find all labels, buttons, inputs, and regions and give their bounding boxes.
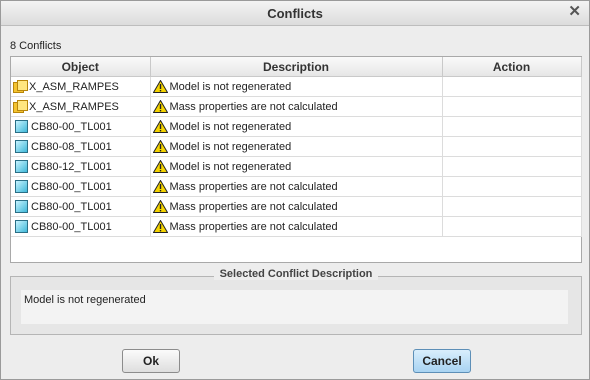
object-name: CB80-00_TL001 (31, 120, 112, 133)
object-name: CB80-08_TL001 (31, 140, 112, 153)
action-cell[interactable] (442, 156, 582, 177)
part-icon (15, 160, 28, 173)
description-cell[interactable]: Mass properties are not calculated (150, 176, 443, 197)
table-header-row: Object Description Action (11, 57, 582, 77)
object-name: CB80-00_TL001 (31, 200, 112, 213)
section-title: Selected Conflict Description (11, 268, 581, 280)
object-cell[interactable]: CB80-00_TL001 (11, 196, 151, 217)
warning-icon (152, 99, 168, 113)
table-row[interactable]: CB80-12_TL001 Model is not regenerated (11, 156, 582, 177)
warning-icon (152, 119, 168, 133)
object-name: CB80-12_TL001 (31, 160, 112, 173)
action-cell[interactable] (442, 116, 582, 137)
description-cell[interactable]: Model is not regenerated (150, 136, 443, 157)
ok-button[interactable]: Ok (122, 349, 180, 373)
table-row[interactable]: CB80-08_TL001 Model is not regenerated (11, 136, 582, 157)
action-cell[interactable] (442, 96, 582, 117)
object-name: X_ASM_RAMPES (29, 100, 119, 113)
object-name: CB80-00_TL001 (31, 180, 112, 193)
table-row[interactable]: X_ASM_RAMPES Mass properties are not calc… (11, 96, 582, 117)
table-row[interactable]: CB80-00_TL001 Mass properties are not cal… (11, 176, 582, 197)
object-name: CB80-00_TL001 (31, 220, 112, 233)
cancel-button[interactable]: Cancel (413, 349, 471, 373)
description-text: Model is not regenerated (169, 80, 292, 93)
object-cell[interactable]: CB80-00_TL001 (11, 116, 151, 137)
description-cell[interactable]: Model is not regenerated (150, 116, 443, 137)
description-text: Mass properties are not calculated (169, 200, 338, 213)
description-cell[interactable]: Mass properties are not calculated (150, 196, 443, 217)
assembly-icon (13, 80, 28, 93)
object-cell[interactable]: CB80-00_TL001 (11, 216, 151, 237)
part-icon (15, 200, 28, 213)
description-cell[interactable]: Mass properties are not calculated (150, 96, 443, 117)
table-row[interactable]: X_ASM_RAMPES Model is not regenerated (11, 76, 582, 97)
object-cell[interactable]: X_ASM_RAMPES (11, 76, 151, 97)
description-text: Model is not regenerated (169, 160, 292, 173)
close-icon[interactable]: ✕ (568, 4, 581, 20)
action-cell[interactable] (442, 196, 582, 217)
warning-icon (152, 139, 168, 153)
table-row[interactable]: CB80-00_TL001 Model is not regenerated (11, 116, 582, 137)
part-icon (15, 120, 28, 133)
part-icon (15, 220, 28, 233)
object-cell[interactable]: CB80-08_TL001 (11, 136, 151, 157)
column-header-action[interactable]: Action (442, 57, 582, 77)
description-text: Mass properties are not calculated (169, 100, 338, 113)
object-name: X_ASM_RAMPES (29, 80, 119, 93)
table-row[interactable]: CB80-00_TL001 Mass properties are not cal… (11, 216, 582, 237)
selected-conflict-section: Selected Conflict Description Model is n… (10, 268, 582, 335)
description-text: Mass properties are not calculated (169, 180, 338, 193)
dialog-title: Conflicts (267, 6, 323, 21)
description-cell[interactable]: Model is not regenerated (150, 156, 443, 177)
object-cell[interactable]: CB80-12_TL001 (11, 156, 151, 177)
description-text: Model is not regenerated (169, 140, 292, 153)
action-cell[interactable] (442, 136, 582, 157)
conflicts-table: Object Description Action X_ASM_RAMPES Mo… (10, 56, 582, 263)
object-cell[interactable]: X_ASM_RAMPES (11, 96, 151, 117)
warning-icon (152, 179, 168, 193)
part-icon (15, 180, 28, 193)
description-cell[interactable]: Mass properties are not calculated (150, 216, 443, 237)
conflicts-dialog: Conflicts ✕ 8 Conflicts Object Descripti… (0, 0, 590, 380)
conflict-count: 8 Conflicts (10, 40, 62, 52)
warning-icon (152, 199, 168, 213)
column-header-description[interactable]: Description (150, 57, 443, 77)
description-cell[interactable]: Model is not regenerated (150, 76, 443, 97)
assembly-icon (13, 100, 28, 113)
part-icon (15, 140, 28, 153)
warning-icon (152, 159, 168, 173)
action-cell[interactable] (442, 176, 582, 197)
warning-icon (152, 79, 168, 93)
action-cell[interactable] (442, 216, 582, 237)
table-row[interactable]: CB80-00_TL001 Mass properties are not cal… (11, 196, 582, 217)
selected-conflict-text: Model is not regenerated (24, 294, 146, 306)
title-bar: Conflicts ✕ (1, 1, 589, 26)
column-header-object[interactable]: Object (11, 57, 151, 77)
description-text: Mass properties are not calculated (169, 220, 338, 233)
warning-icon (152, 219, 168, 233)
description-text: Model is not regenerated (169, 120, 292, 133)
action-cell[interactable] (442, 76, 582, 97)
object-cell[interactable]: CB80-00_TL001 (11, 176, 151, 197)
